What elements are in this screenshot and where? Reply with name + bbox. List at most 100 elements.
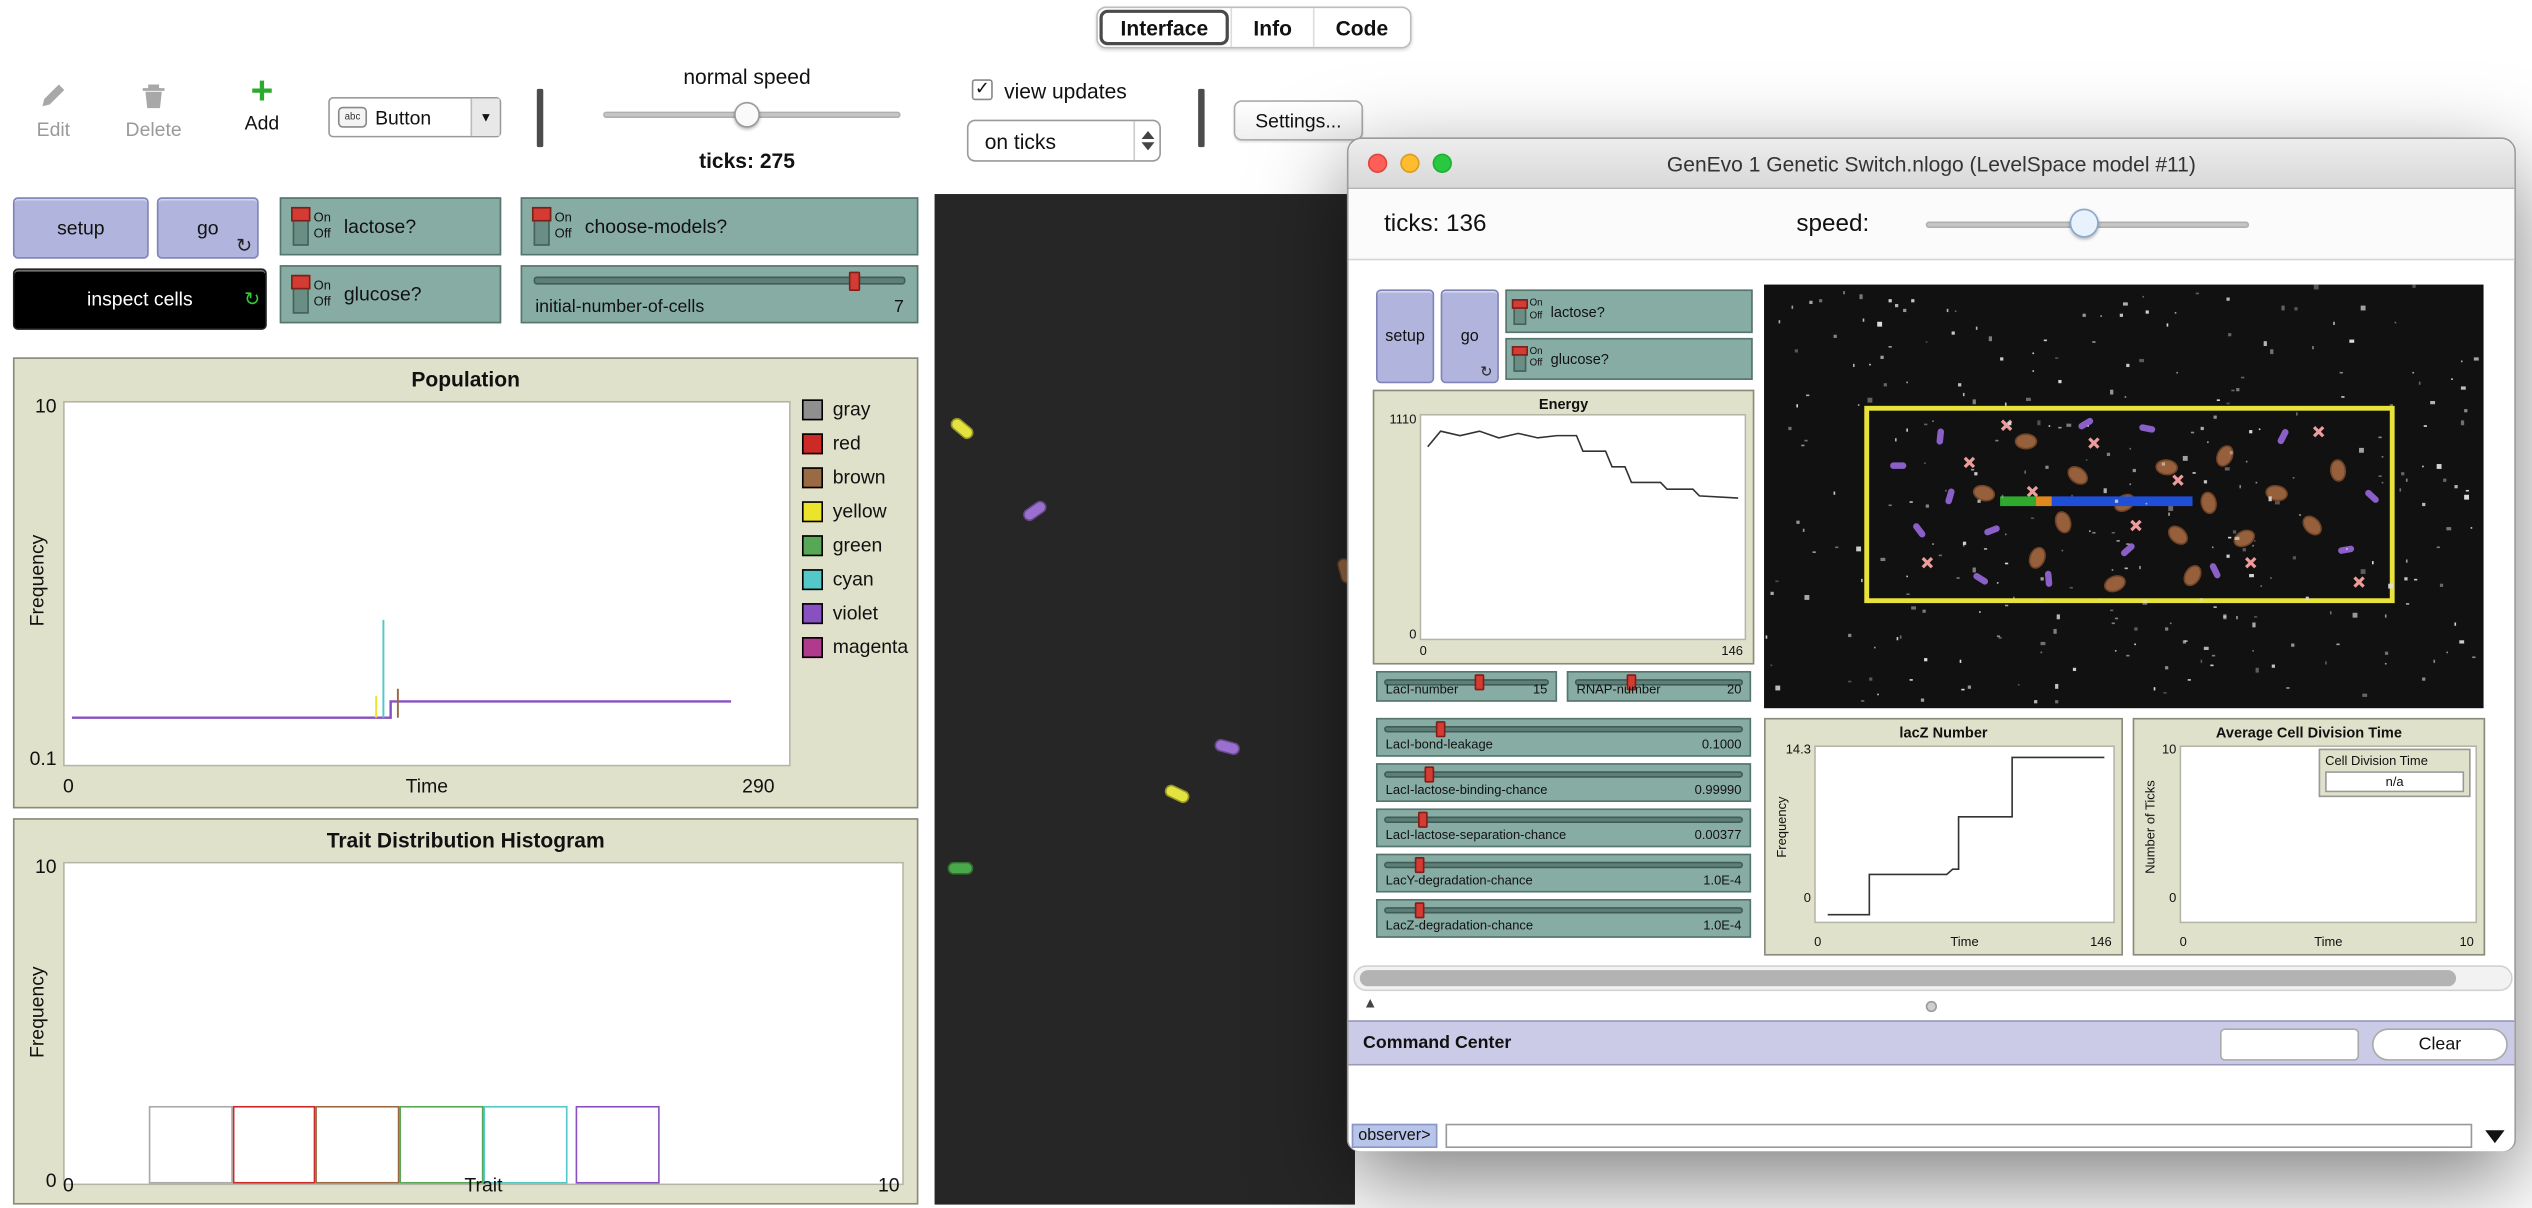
slider-LacI-lactose-separation-chance[interactable]: LacI-lactose-separation-chance 0.00377	[1375, 808, 1752, 848]
splitter-handle-icon[interactable]	[1925, 1000, 1938, 1013]
child-switch-glucose[interactable]: On Off glucose?	[1505, 337, 1753, 380]
molecule-speckle	[2119, 313, 2123, 317]
splitter-up-icon[interactable]: ▲	[1363, 994, 1377, 1010]
child-setup-button[interactable]: setup	[1375, 289, 1435, 384]
tab-info[interactable]: Info	[1230, 8, 1313, 47]
window-titlebar[interactable]: GenEvo 1 Genetic Switch.nlogo (LevelSpac…	[1348, 139, 2515, 190]
molecule-speckle	[2206, 440, 2210, 444]
forever-icon: ↻	[235, 234, 253, 258]
slider-label: LacY-degradation-chance	[1385, 873, 1533, 888]
command-input[interactable]	[1445, 1123, 2473, 1148]
slider-LacI-bond-leakage[interactable]: LacI-bond-leakage 0.1000	[1375, 717, 1752, 757]
molecule-speckle	[2361, 569, 2366, 574]
update-mode-dropdown[interactable]: on ticks	[966, 119, 1161, 162]
minimize-icon[interactable]	[1400, 153, 1420, 174]
molecule-speckle	[2411, 371, 2415, 375]
switch-toggle[interactable]	[291, 206, 311, 246]
slider-handle[interactable]	[848, 271, 860, 292]
view-updates-checkbox[interactable]: ✓	[971, 79, 993, 101]
switch-label: lactose?	[1550, 303, 1605, 320]
molecule-speckle	[2092, 341, 2095, 344]
edit-button[interactable]: Edit	[26, 81, 81, 141]
energy-plot: Energy 1110 0 0 146	[1372, 389, 1755, 665]
molecule-speckle	[2183, 456, 2188, 461]
add-button[interactable]: + Add	[233, 72, 291, 134]
horizontal-scrollbar[interactable]	[1353, 965, 2513, 992]
slider-groove[interactable]	[1384, 856, 1744, 874]
slider-groove[interactable]	[1384, 766, 1744, 783]
settings-button[interactable]: Settings...	[1233, 100, 1364, 141]
slider-groove[interactable]	[1384, 902, 1744, 919]
molecule-speckle	[2443, 478, 2446, 482]
molecule-speckle	[2324, 661, 2327, 665]
molecule-speckle	[1801, 444, 1804, 447]
slider-initial-number-of-cells[interactable]: initial-number-of-cells 7	[520, 265, 919, 324]
setup-button[interactable]: setup	[12, 197, 149, 259]
slider-groove[interactable]	[533, 271, 906, 292]
slider-LacI-number[interactable]: LacI-number 15	[1375, 671, 1558, 702]
switch-toggle[interactable]	[1511, 298, 1528, 325]
zoom-icon[interactable]	[1432, 153, 1452, 174]
molecule-speckle	[2401, 472, 2405, 475]
molecule-speckle	[2453, 623, 2457, 626]
close-icon[interactable]	[1367, 153, 1388, 174]
slider-handle[interactable]	[1417, 811, 1428, 828]
molecule-speckle	[2378, 436, 2381, 439]
tab-code[interactable]: Code	[1312, 8, 1409, 47]
child-switch-lactose[interactable]: On Off lactose?	[1505, 289, 1753, 334]
switch-lactose[interactable]: On Off lactose?	[279, 197, 502, 256]
slider-label: initial-number-of-cells	[535, 297, 705, 317]
molecule-speckle	[2188, 679, 2191, 682]
inspect-cells-button[interactable]: inspect cells ↻	[12, 268, 267, 330]
command-center-field[interactable]	[2220, 1028, 2360, 1061]
molecule-speckle	[2384, 662, 2387, 665]
bacterium-cell	[947, 415, 977, 442]
molecule-speckle	[1968, 685, 1971, 689]
molecule-speckle	[2192, 471, 2196, 475]
clear-button[interactable]: Clear	[2371, 1028, 2508, 1061]
switch-toggle[interactable]	[1511, 346, 1528, 372]
molecule-speckle	[2294, 306, 2299, 311]
observer-prompt[interactable]: observer>	[1351, 1123, 1438, 1148]
molecule-speckle	[2115, 617, 2119, 621]
slider-handle[interactable]	[1474, 674, 1485, 691]
molecule-speckle	[2231, 389, 2235, 392]
switch-glucose[interactable]: On Off glucose?	[279, 265, 502, 324]
slider-handle[interactable]	[1435, 721, 1446, 738]
molecule-speckle	[2466, 489, 2469, 493]
slider-groove[interactable]	[1384, 811, 1744, 828]
slider-handle[interactable]	[1414, 902, 1424, 919]
molecule-speckle	[1833, 335, 1837, 338]
molecule-speckle	[2226, 401, 2230, 405]
legend-label: gray	[832, 397, 871, 421]
slider-LacZ-degradation-chance[interactable]: LacZ-degradation-chance 1.0E-4	[1375, 898, 1752, 938]
child-go-button[interactable]: go ↻	[1440, 289, 1499, 384]
slider-label: LacI-bond-leakage	[1385, 737, 1493, 752]
go-button[interactable]: go ↻	[156, 197, 259, 259]
slider-handle[interactable]	[1424, 766, 1435, 783]
history-dropdown-icon[interactable]	[2485, 1130, 2505, 1144]
tab-interface[interactable]: Interface	[1099, 9, 1230, 46]
slider-handle[interactable]	[1414, 856, 1424, 874]
scrollbar-thumb[interactable]	[1359, 970, 2457, 987]
switch-choose-models[interactable]: On Off choose-models?	[520, 197, 919, 256]
slider-groove[interactable]	[1384, 721, 1744, 738]
window-speed-slider-thumb[interactable]	[2069, 208, 2099, 238]
rnap-molecule	[2139, 424, 2157, 434]
laci-molecule	[2129, 519, 2142, 532]
switch-toggle[interactable]	[291, 274, 311, 314]
slider-RNAP-number[interactable]: RNAP-number 20	[1566, 671, 1752, 702]
molecule-speckle	[2200, 659, 2203, 663]
molecule-speckle	[2229, 451, 2233, 454]
speed-slider-thumb[interactable]	[734, 101, 760, 128]
widget-type-dropdown[interactable]: abc Button ▼	[328, 97, 502, 138]
slider-LacI-lactose-binding-chance[interactable]: LacI-lactose-binding-chance 0.99990	[1375, 763, 1752, 802]
legend-swatch	[801, 534, 824, 556]
slider-LacY-degradation-chance[interactable]: LacY-degradation-chance 1.0E-4	[1375, 853, 1752, 893]
molecule-speckle	[1946, 309, 1949, 312]
switch-toggle[interactable]	[531, 206, 552, 246]
molecule-speckle	[2234, 536, 2239, 541]
molecule-speckle	[1959, 660, 1963, 663]
delete-button[interactable]: Delete	[116, 81, 190, 141]
plot-title: Energy	[1538, 396, 1589, 413]
